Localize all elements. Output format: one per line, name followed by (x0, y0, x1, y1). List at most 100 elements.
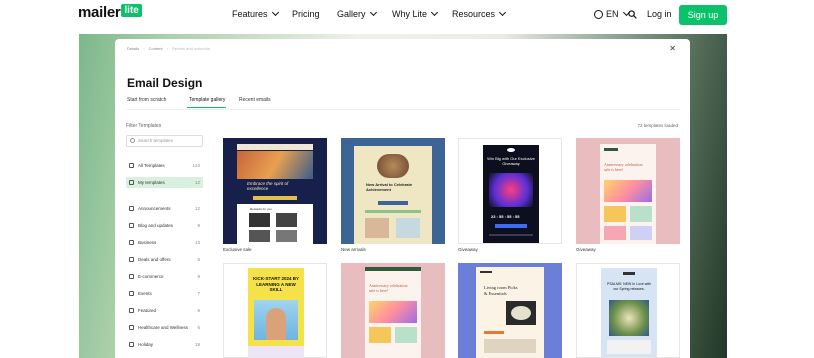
search-icon[interactable] (628, 10, 637, 19)
email-subhead: Rewards for you (250, 207, 272, 211)
search-placeholder: Search templates (138, 138, 174, 143)
email-hero-image (377, 154, 409, 178)
sidebar-item-label: Featured (138, 308, 157, 313)
breadcrumb-review[interactable]: Review and schedule (172, 46, 210, 51)
nav-resources[interactable]: Resources (452, 8, 507, 19)
close-icon[interactable]: ✕ (669, 44, 676, 53)
sidebar-item-count: 123 (192, 163, 200, 168)
logo-text: mailer (78, 4, 121, 21)
nav-features[interactable]: Features (232, 8, 279, 19)
nav-why-lite[interactable]: Why Lite (392, 8, 439, 19)
email-image (484, 339, 536, 353)
nav-features-label: Features (232, 9, 268, 19)
template-card-anniversary[interactable]: Anniversary celebration sale is here! (576, 138, 680, 244)
chevron-down-icon (271, 8, 279, 17)
tab-template-gallery[interactable]: Template gallery (189, 97, 225, 103)
sidebar-item-label: Deals and offers (138, 257, 171, 262)
breadcrumb-details[interactable]: Details (127, 46, 139, 51)
email-hero-image (489, 173, 533, 207)
email-headline: PSALMS: NEW In Love with our Spring rele… (607, 282, 651, 291)
sidebar-item-events[interactable]: Events 7 (126, 288, 203, 299)
tab-start-from-scratch[interactable]: Start from scratch (127, 97, 166, 103)
template-card-living-room[interactable]: Living room Picks & Essentials (458, 263, 562, 358)
sidebar-item-ecommerce[interactable]: E-commerce 9 (126, 271, 203, 282)
sidebar-item-announcements[interactable]: Announcements 12 (126, 203, 203, 214)
sidebar-item-deals[interactable]: Deals and offers 8 (126, 254, 203, 265)
lamp-illustration (511, 306, 531, 320)
sidebar-item-count: 9 (197, 274, 200, 279)
email-image (276, 230, 297, 242)
language-selector[interactable]: EN (594, 8, 630, 19)
template-card-exclusive-sale[interactable]: Embrace the spirit of excellence Rewards… (223, 138, 327, 244)
sidebar-item-label: All Templates (138, 163, 165, 168)
email-header-bar (237, 144, 313, 150)
sidebar-item-count: 9 (197, 308, 200, 313)
page-title: Email Design (127, 76, 203, 90)
email-hero-image (609, 300, 649, 336)
email-logo (623, 272, 635, 275)
email-headline: KICK-START 2024 BY LEARNING A NEW SKILL (253, 276, 299, 292)
sidebar-item-holiday[interactable]: Holiday 19 (126, 339, 203, 350)
sidebar-item-blog[interactable]: Blog and updates 9 (126, 220, 203, 231)
nav-gallery-label: Gallery (337, 9, 366, 19)
megaphone-icon (129, 206, 134, 211)
email-image (630, 226, 652, 240)
template-card-new-arrivals[interactable]: New Arrival to Celebrate Achievement (341, 138, 445, 244)
template-card-kick-start[interactable]: KICK-START 2024 BY LEARNING A NEW SKILL (223, 263, 327, 358)
email-footer (489, 234, 533, 236)
sidebar-item-business[interactable]: Business 13 (126, 237, 203, 248)
sidebar-item-featured[interactable]: Featured 9 (126, 305, 203, 316)
email-divider (365, 210, 421, 213)
calendar-icon (129, 291, 134, 296)
briefcase-icon (129, 240, 134, 245)
email-image (249, 213, 270, 227)
sidebar-item-label: E-commerce (138, 274, 164, 279)
email-logo (604, 148, 618, 151)
signup-button[interactable]: Sign up (679, 5, 727, 25)
email-header-bar (365, 267, 421, 271)
pencil-icon (129, 223, 134, 228)
sidebar-item-count: 7 (197, 291, 200, 296)
nav-pricing[interactable]: Pricing (292, 9, 320, 19)
email-cta (484, 331, 504, 334)
email-headline: Embrace the spirit of excellence (247, 181, 289, 191)
heart-icon (129, 325, 134, 330)
email-image (396, 218, 420, 238)
email-image (365, 218, 389, 238)
tabs-divider (127, 109, 680, 110)
mailerlite-logo[interactable]: mailer lite (78, 4, 142, 22)
star-icon (129, 308, 134, 313)
chevron-down-icon (369, 8, 377, 17)
tab-recent-emails[interactable]: Recent emails (239, 97, 271, 103)
login-link[interactable]: Log in (647, 9, 672, 19)
template-search-input[interactable]: Search templates (126, 135, 203, 147)
email-hero-image (237, 151, 313, 179)
template-card-anniversary-2[interactable]: Anniversary celebration sale is here! (341, 263, 445, 358)
sidebar-item-label: Announcements (138, 206, 171, 211)
email-headline: Anniversary celebration sale is here! (369, 283, 408, 293)
card-label: Exclusive sale (223, 247, 252, 252)
breadcrumb: Details › Content › Review and schedule (127, 46, 210, 51)
sidebar-item-label: Events (138, 291, 152, 296)
person-illustration (266, 308, 286, 340)
nav-gallery[interactable]: Gallery (337, 8, 377, 19)
sidebar-item-label: My templates (138, 180, 165, 185)
nav-resources-label: Resources (452, 9, 496, 19)
email-cta (378, 201, 408, 205)
folder-icon (129, 180, 134, 185)
sidebar-item-count: 12 (194, 206, 200, 211)
email-logo (480, 271, 492, 273)
breadcrumb-content[interactable]: Content (149, 46, 163, 51)
sidebar-item-my-templates[interactable]: My templates 12 (126, 177, 203, 188)
email-image (604, 226, 626, 240)
sidebar-item-label: Holiday (138, 342, 154, 347)
template-card-psalms[interactable]: PSALMS: NEW In Love with our Spring rele… (576, 263, 680, 358)
email-hero-image (369, 301, 417, 323)
card-label: Giveaway (458, 247, 478, 252)
sidebar-item-count: 19 (194, 342, 200, 347)
sidebar-item-all-templates[interactable]: All Templates 123 (126, 160, 203, 171)
nav-pricing-label: Pricing (292, 9, 320, 19)
sidebar-item-healthcare[interactable]: Healthcare and Wellness 6 (126, 322, 203, 333)
logo-badge: lite (121, 4, 142, 17)
template-card-giveaway[interactable]: Win Big with Our Exclusive Giveaway 23 :… (458, 138, 562, 244)
